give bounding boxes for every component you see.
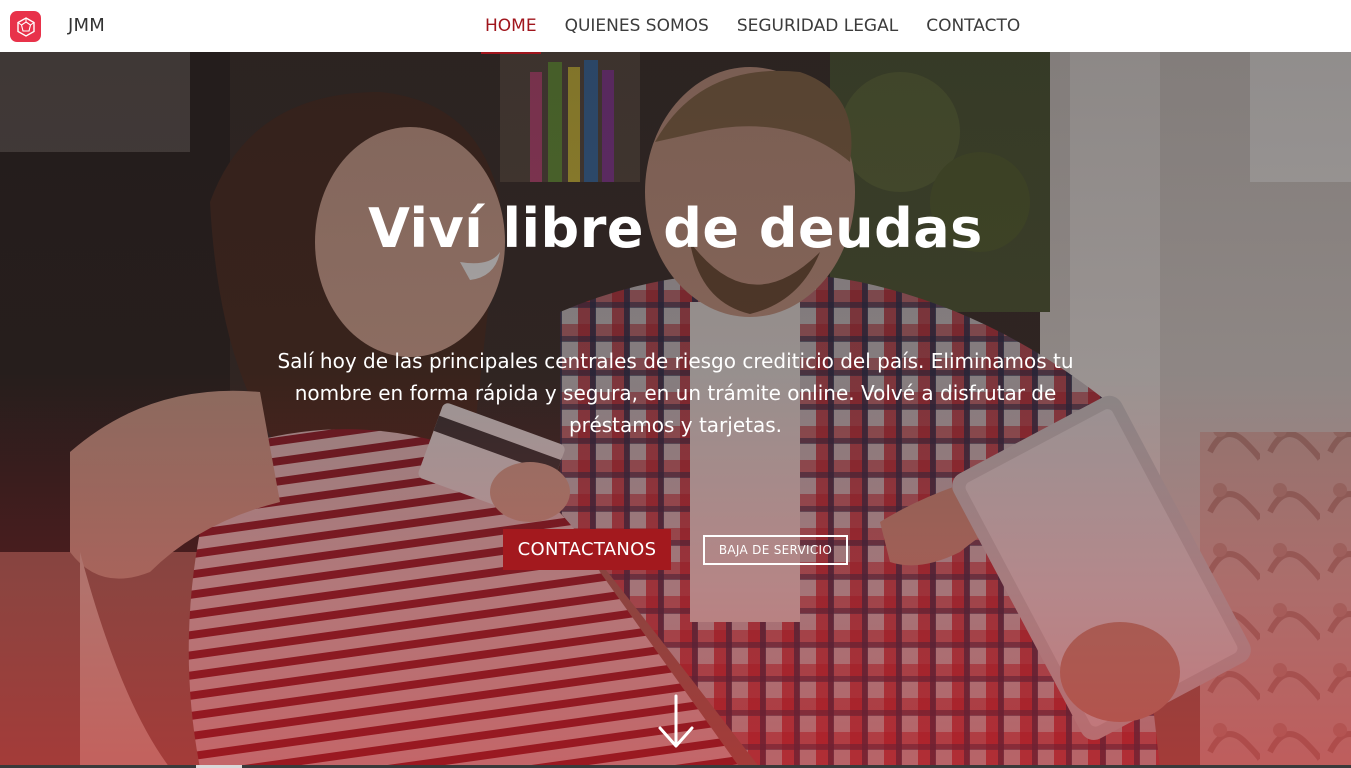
hero-section: Viví libre de deudas Salí hoy de las pri… (0, 52, 1351, 768)
main-nav: HOME QUIENES SOMOS SEGURIDAD LEGAL CONTA… (471, 0, 1034, 54)
arrow-down-icon[interactable] (656, 692, 696, 752)
nav-seguridad-legal[interactable]: SEGURIDAD LEGAL (723, 0, 912, 52)
hero-description: Salí hoy de las principales centrales de… (277, 349, 1074, 437)
nav-quienes-somos[interactable]: QUIENES SOMOS (551, 0, 723, 52)
nav-contacto[interactable]: CONTACTO (912, 0, 1034, 52)
contactanos-button[interactable]: CONTACTANOS (503, 529, 671, 570)
top-navbar: JMM HOME QUIENES SOMOS SEGURIDAD LEGAL C… (0, 0, 1351, 54)
nav-home[interactable]: HOME (471, 0, 551, 54)
baja-de-servicio-button[interactable]: BAJA DE SERVICIO (703, 535, 848, 565)
hero-title: Viví libre de deudas (368, 197, 983, 260)
geometric-logo-icon[interactable] (10, 11, 41, 42)
brand-name[interactable]: JMM (68, 15, 105, 36)
